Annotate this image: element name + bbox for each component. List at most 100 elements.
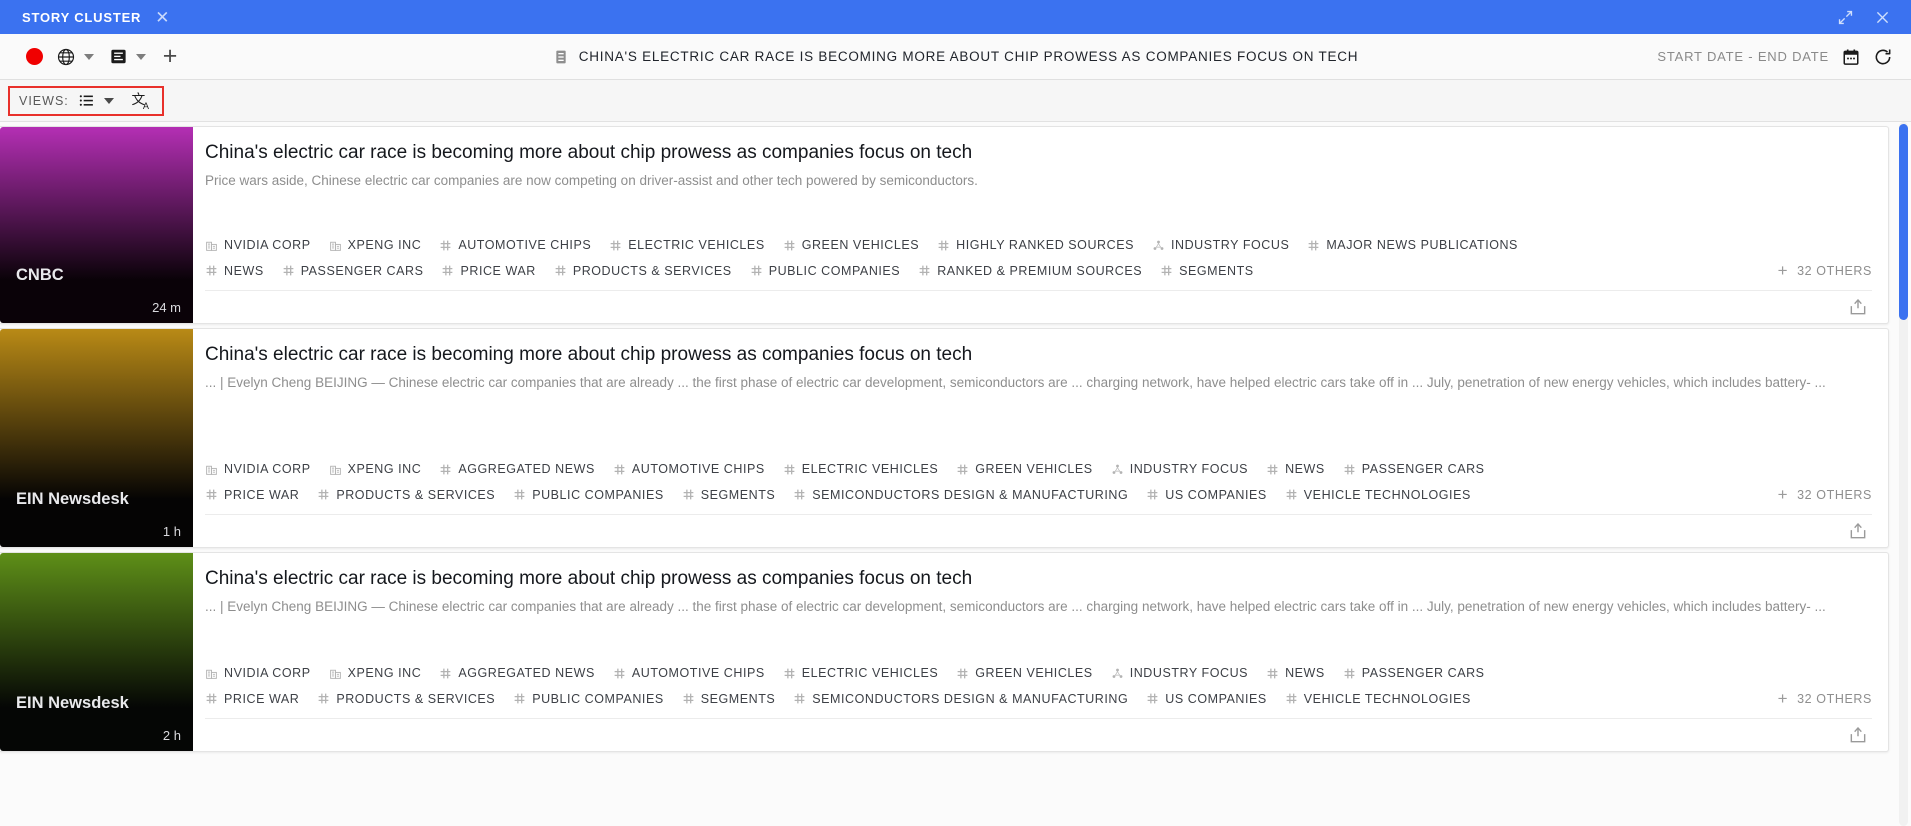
card-tag[interactable]: PRODUCTS & SERVICES <box>317 692 495 706</box>
card-tag[interactable]: PUBLIC COMPANIES <box>750 264 901 278</box>
card-tag[interactable]: VEHICLE TECHNOLOGIES <box>1285 692 1471 706</box>
add-button[interactable]: + <box>154 41 186 73</box>
card-tag-label: HIGHLY RANKED SOURCES <box>956 238 1134 252</box>
card-tag[interactable]: NEWS <box>205 264 264 278</box>
card-tag[interactable]: XPENG INC <box>329 462 422 476</box>
calendar-icon[interactable] <box>1842 48 1860 66</box>
list-view-icon[interactable] <box>78 92 95 109</box>
card-tag[interactable]: PASSENGER CARS <box>282 264 424 278</box>
article-view-button[interactable] <box>102 41 134 73</box>
card-footer <box>205 290 1872 323</box>
card-tag[interactable]: PRICE WAR <box>441 264 535 278</box>
story-card[interactable]: EIN Newsdesk 1 h China's electric car race… <box>0 328 1889 548</box>
globe-button[interactable] <box>50 41 82 73</box>
card-tag-label: PUBLIC COMPANIES <box>532 691 664 706</box>
tab-close-icon[interactable]: ✕ <box>155 9 170 26</box>
story-card[interactable]: CNBC 24 m China's electric car race is bec… <box>0 126 1889 324</box>
card-tag-label: PRODUCTS & SERVICES <box>572 263 732 278</box>
card-more-tags-button[interactable]: +32 OTHERS <box>1764 262 1872 279</box>
card-tag[interactable]: PRICE WAR <box>205 692 299 706</box>
card-tag[interactable]: SEMICONDUCTORS DESIGN & MANUFACTURING <box>793 692 1128 706</box>
card-tag[interactable]: PASSENGER CARS <box>1343 462 1485 476</box>
card-tag-label: RANKED & PREMIUM SOURCES <box>937 263 1143 278</box>
card-title[interactable]: China's electric car race is becoming mo… <box>205 343 1872 367</box>
toolbar-left-group: + <box>18 41 186 73</box>
list-scrollbar[interactable] <box>1899 122 1908 826</box>
story-card-list[interactable]: CNBC 24 m China's electric car race is bec… <box>0 122 1911 826</box>
card-tag[interactable]: AUTOMOTIVE CHIPS <box>439 238 591 252</box>
card-more-tags-button[interactable]: +32 OTHERS <box>1764 690 1872 707</box>
record-button[interactable] <box>18 41 50 73</box>
card-tag[interactable]: VEHICLE TECHNOLOGIES <box>1285 488 1471 502</box>
hash-icon <box>317 488 330 501</box>
hash-icon <box>439 667 452 680</box>
card-tag[interactable]: PRODUCTS & SERVICES <box>554 264 732 278</box>
card-tag[interactable]: NEWS <box>1266 462 1325 476</box>
card-tag[interactable]: US COMPANIES <box>1146 692 1267 706</box>
card-tag[interactable]: AGGREGATED NEWS <box>439 462 595 476</box>
expand-icon[interactable] <box>1837 9 1854 26</box>
card-tag[interactable]: PUBLIC COMPANIES <box>513 488 664 502</box>
company-icon <box>329 463 342 476</box>
card-more-tags-button[interactable]: +32 OTHERS <box>1764 486 1872 503</box>
card-tag[interactable]: PRICE WAR <box>205 488 299 502</box>
share-icon[interactable] <box>1848 725 1868 745</box>
card-tag-label: ELECTRIC VEHICLES <box>801 462 939 476</box>
card-thumbnail[interactable]: EIN Newsdesk 2 h <box>0 553 193 751</box>
card-tag[interactable]: PASSENGER CARS <box>1343 666 1485 680</box>
card-tag[interactable]: ELECTRIC VEHICLES <box>783 462 938 476</box>
card-tag-label: SEGMENTS <box>1179 263 1254 278</box>
card-title[interactable]: China's electric car race is becoming mo… <box>205 567 1872 591</box>
card-tag[interactable]: ELECTRIC VEHICLES <box>783 666 938 680</box>
date-range-label[interactable]: START DATE - END DATE <box>1657 49 1829 64</box>
card-thumbnail[interactable]: CNBC 24 m <box>0 127 193 323</box>
card-tag[interactable]: GREEN VEHICLES <box>956 666 1092 680</box>
card-tag[interactable]: INDUSTRY FOCUS <box>1152 238 1289 252</box>
card-tag[interactable]: AGGREGATED NEWS <box>439 666 595 680</box>
card-tag[interactable]: GREEN VEHICLES <box>783 238 919 252</box>
card-tag[interactable]: NVIDIA CORP <box>205 666 311 680</box>
card-tag[interactable]: NVIDIA CORP <box>205 462 311 476</box>
card-tag-label: NEWS <box>1285 462 1325 476</box>
tab-label: STORY CLUSTER <box>22 9 142 25</box>
card-tag[interactable]: XPENG INC <box>329 666 422 680</box>
card-tag[interactable]: SEGMENTS <box>682 692 776 706</box>
card-tag[interactable]: INDUSTRY FOCUS <box>1111 666 1248 680</box>
card-tag[interactable]: MAJOR NEWS PUBLICATIONS <box>1307 238 1518 252</box>
share-icon[interactable] <box>1848 297 1868 317</box>
card-tag[interactable]: GREEN VEHICLES <box>956 462 1092 476</box>
hash-icon <box>439 463 452 476</box>
card-tag[interactable]: XPENG INC <box>329 238 422 252</box>
card-tag[interactable]: NVIDIA CORP <box>205 238 311 252</box>
translate-icon[interactable]: 文 A <box>131 90 153 112</box>
window-close-icon[interactable] <box>1874 9 1891 26</box>
card-title[interactable]: China's electric car race is becoming mo… <box>205 141 1872 165</box>
card-tag[interactable]: HIGHLY RANKED SOURCES <box>937 238 1134 252</box>
card-tag[interactable]: PRODUCTS & SERVICES <box>317 488 495 502</box>
scrollbar-thumb[interactable] <box>1899 124 1908 320</box>
svg-text:A: A <box>143 100 150 110</box>
refresh-icon[interactable] <box>1873 47 1893 67</box>
card-tag[interactable]: SEGMENTS <box>682 488 776 502</box>
globe-dropdown-caret-icon[interactable] <box>84 53 94 60</box>
card-tag[interactable]: PUBLIC COMPANIES <box>513 692 664 706</box>
card-tag-label: PRICE WAR <box>460 263 536 278</box>
card-body: China's electric car race is becoming mo… <box>193 127 1888 323</box>
card-tag[interactable]: SEMICONDUCTORS DESIGN & MANUFACTURING <box>793 488 1128 502</box>
card-thumbnail[interactable]: EIN Newsdesk 1 h <box>0 329 193 547</box>
card-tag[interactable]: US COMPANIES <box>1146 488 1267 502</box>
card-tag[interactable]: INDUSTRY FOCUS <box>1111 462 1248 476</box>
card-tag[interactable]: NEWS <box>1266 666 1325 680</box>
card-tag[interactable]: RANKED & PREMIUM SOURCES <box>918 264 1142 278</box>
card-tag[interactable]: ELECTRIC VEHICLES <box>609 238 764 252</box>
article-dropdown-caret-icon[interactable] <box>136 53 146 60</box>
card-tag[interactable]: SEGMENTS <box>1160 264 1254 278</box>
card-tag-label: GREEN VEHICLES <box>975 462 1093 476</box>
card-tag-label: ELECTRIC VEHICLES <box>801 666 939 680</box>
views-chevron-down-icon[interactable] <box>103 97 114 104</box>
share-icon[interactable] <box>1848 521 1868 541</box>
card-tag[interactable]: AUTOMOTIVE CHIPS <box>613 462 765 476</box>
story-card[interactable]: EIN Newsdesk 2 h China's electric car race… <box>0 552 1889 752</box>
card-tag[interactable]: AUTOMOTIVE CHIPS <box>613 666 765 680</box>
tab-story-cluster[interactable]: STORY CLUSTER ✕ <box>0 0 191 34</box>
